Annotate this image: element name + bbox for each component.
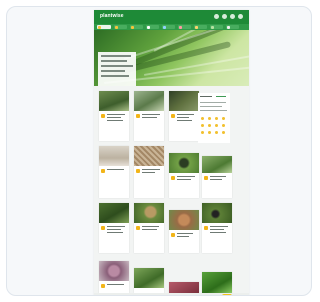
category-icon — [204, 226, 208, 230]
content-card[interactable] — [99, 146, 129, 198]
category-icon — [101, 169, 105, 173]
accept-cookies-button[interactable] — [222, 294, 232, 295]
nav-item[interactable] — [178, 25, 191, 29]
content-card[interactable] — [169, 153, 199, 198]
nav-item[interactable] — [130, 25, 143, 29]
category-icon — [101, 226, 105, 230]
card-image — [202, 203, 232, 223]
category-icon — [204, 176, 208, 180]
card-image — [169, 282, 199, 293]
nav-item[interactable] — [210, 25, 223, 29]
card-image — [134, 91, 164, 111]
nav-item[interactable] — [114, 25, 127, 29]
hero-banner-image — [94, 30, 249, 86]
menu-icon[interactable] — [238, 14, 243, 19]
card-image — [169, 153, 199, 173]
category-icon — [171, 233, 175, 237]
card-image — [134, 268, 164, 288]
user-icon[interactable] — [222, 14, 227, 19]
content-card[interactable] — [169, 91, 199, 141]
content-card[interactable] — [202, 272, 232, 293]
screenshot-frame: plantwise — [6, 6, 312, 296]
nav-item-home[interactable] — [97, 25, 111, 29]
globe-icon[interactable] — [230, 14, 235, 19]
card-image — [202, 272, 232, 293]
card-image — [134, 203, 164, 223]
category-icon — [171, 114, 175, 118]
card-image — [99, 146, 129, 166]
content-card[interactable] — [202, 203, 232, 253]
category-icon — [171, 176, 175, 180]
content-card[interactable] — [134, 203, 164, 253]
content-card[interactable] — [169, 210, 199, 253]
nav-item[interactable] — [194, 25, 207, 29]
web-page: plantwise — [94, 10, 249, 295]
card-image — [99, 261, 129, 281]
category-icon — [101, 114, 105, 118]
site-logo[interactable]: plantwise — [100, 13, 124, 19]
search-icon[interactable] — [214, 14, 219, 19]
nav-item[interactable] — [226, 25, 239, 29]
content-card[interactable] — [99, 261, 129, 293]
nav-item[interactable] — [162, 25, 175, 29]
card-image — [202, 156, 232, 173]
content-card[interactable] — [99, 203, 129, 253]
card-image — [169, 91, 199, 111]
content-card[interactable] — [134, 268, 164, 293]
card-image — [99, 91, 129, 111]
content-card[interactable] — [134, 146, 164, 198]
site-header: plantwise — [94, 10, 249, 24]
category-icon — [101, 284, 105, 288]
content-card[interactable] — [99, 91, 129, 141]
content-card[interactable] — [134, 91, 164, 141]
dropdown-menu[interactable] — [98, 52, 136, 86]
nav-item[interactable] — [146, 25, 159, 29]
card-image — [99, 203, 129, 223]
category-icon — [136, 226, 140, 230]
sidebar-widget — [198, 93, 230, 143]
category-icon — [136, 169, 140, 173]
category-icon — [136, 114, 140, 118]
content-card[interactable] — [202, 156, 232, 198]
card-image — [134, 146, 164, 166]
content-card[interactable] — [169, 282, 199, 293]
card-image — [169, 210, 199, 230]
